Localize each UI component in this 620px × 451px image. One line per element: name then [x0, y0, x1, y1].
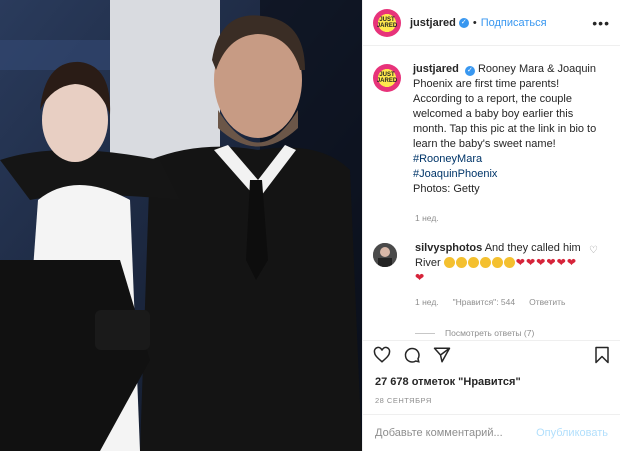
comment-input[interactable]	[375, 427, 535, 439]
caption-text: Rooney Mara & Joaquin Phoenix are first …	[413, 63, 597, 150]
author-avatar[interactable]: JUST JARED	[373, 8, 401, 37]
likes-count[interactable]: 27 678 отметок "Нравится"	[375, 376, 521, 388]
crying-emoji-icon	[455, 257, 467, 268]
heart-emoji-icon: ❤	[556, 257, 566, 269]
post-header: JUST JARED justjared ✓ • Подписаться •••	[363, 0, 620, 46]
post-date[interactable]: 28 СЕНТЯБРЯ	[375, 396, 432, 405]
bookmark-icon[interactable]	[594, 346, 610, 367]
crying-emoji-icon	[443, 257, 455, 268]
comment-icon[interactable]	[403, 346, 421, 367]
more-icon[interactable]: •••	[592, 15, 610, 31]
heart-emoji-icon: ❤	[415, 272, 425, 284]
caption-text-block: justjared ✓ Rooney Mara & Joaquin Phoeni…	[413, 62, 603, 197]
hashtag-link[interactable]: #JoaquinPhoenix	[413, 168, 497, 180]
heart-icon[interactable]	[373, 346, 391, 367]
heart-emoji-icon: ❤	[566, 257, 577, 269]
author-username[interactable]: justjared	[410, 17, 456, 29]
heart-emoji-icon: ❤	[546, 257, 556, 269]
hashtag-link[interactable]: #RooneyMara	[413, 153, 482, 165]
verified-icon: ✓	[458, 17, 469, 28]
add-comment-bar: Опубликовать	[363, 414, 620, 451]
share-icon[interactable]	[433, 346, 451, 367]
instagram-post: JUST JARED justjared ✓ • Подписаться •••…	[0, 0, 620, 451]
comments-section: JUST JARED justjared ✓ Rooney Mara & Joa…	[363, 46, 620, 340]
commenter-avatar[interactable]	[373, 243, 397, 267]
heart-emoji-icon: ❤	[536, 257, 546, 269]
caption-username[interactable]: justjared	[413, 63, 459, 75]
crying-emoji-icon	[467, 257, 479, 268]
view-replies-button[interactable]: Посмотреть ответы (7)	[415, 328, 620, 338]
comment-text-block: silvysphotos And they called him River ❤…	[415, 241, 585, 286]
crying-emoji-icon	[491, 257, 503, 268]
comment: silvysphotos And they called him River ❤…	[363, 223, 620, 286]
post-image	[0, 0, 362, 451]
caption: JUST JARED justjared ✓ Rooney Mara & Joa…	[363, 46, 620, 197]
action-bar	[363, 340, 620, 372]
publish-button[interactable]: Опубликовать	[536, 427, 608, 439]
follow-button[interactable]: Подписаться	[481, 17, 547, 29]
comment-likes[interactable]: "Нравится": 544	[453, 297, 515, 307]
comment-time[interactable]: 1 нед.	[415, 297, 439, 307]
crying-emoji-icon	[479, 257, 491, 268]
view-replies-label: Посмотреть ответы (7)	[445, 328, 535, 338]
replies-divider	[415, 332, 435, 334]
separator-dot: •	[472, 16, 477, 29]
caption-time[interactable]: 1 нед.	[415, 213, 620, 223]
caption-credit: Photos: Getty	[413, 183, 480, 195]
verified-icon: ✓	[464, 66, 475, 76]
post-sidebar: JUST JARED justjared ✓ • Подписаться •••…	[362, 0, 620, 451]
avatar-logo-text: JUST JARED	[376, 16, 398, 29]
heart-emoji-icon: ❤	[525, 257, 536, 269]
post-photo[interactable]	[0, 0, 362, 451]
avatar-logo-text: JUST JARED	[376, 72, 398, 84]
caption-avatar[interactable]: JUST JARED	[373, 64, 401, 92]
heart-emoji-icon: ❤	[515, 257, 525, 269]
comment-like-icon[interactable]: ♡	[589, 245, 598, 256]
reply-button[interactable]: Ответить	[529, 297, 565, 307]
crying-emoji-icon	[503, 257, 515, 268]
commenter-username[interactable]: silvysphotos	[415, 242, 482, 254]
comment-meta: 1 нед. "Нравится": 544 Ответить	[415, 297, 620, 307]
